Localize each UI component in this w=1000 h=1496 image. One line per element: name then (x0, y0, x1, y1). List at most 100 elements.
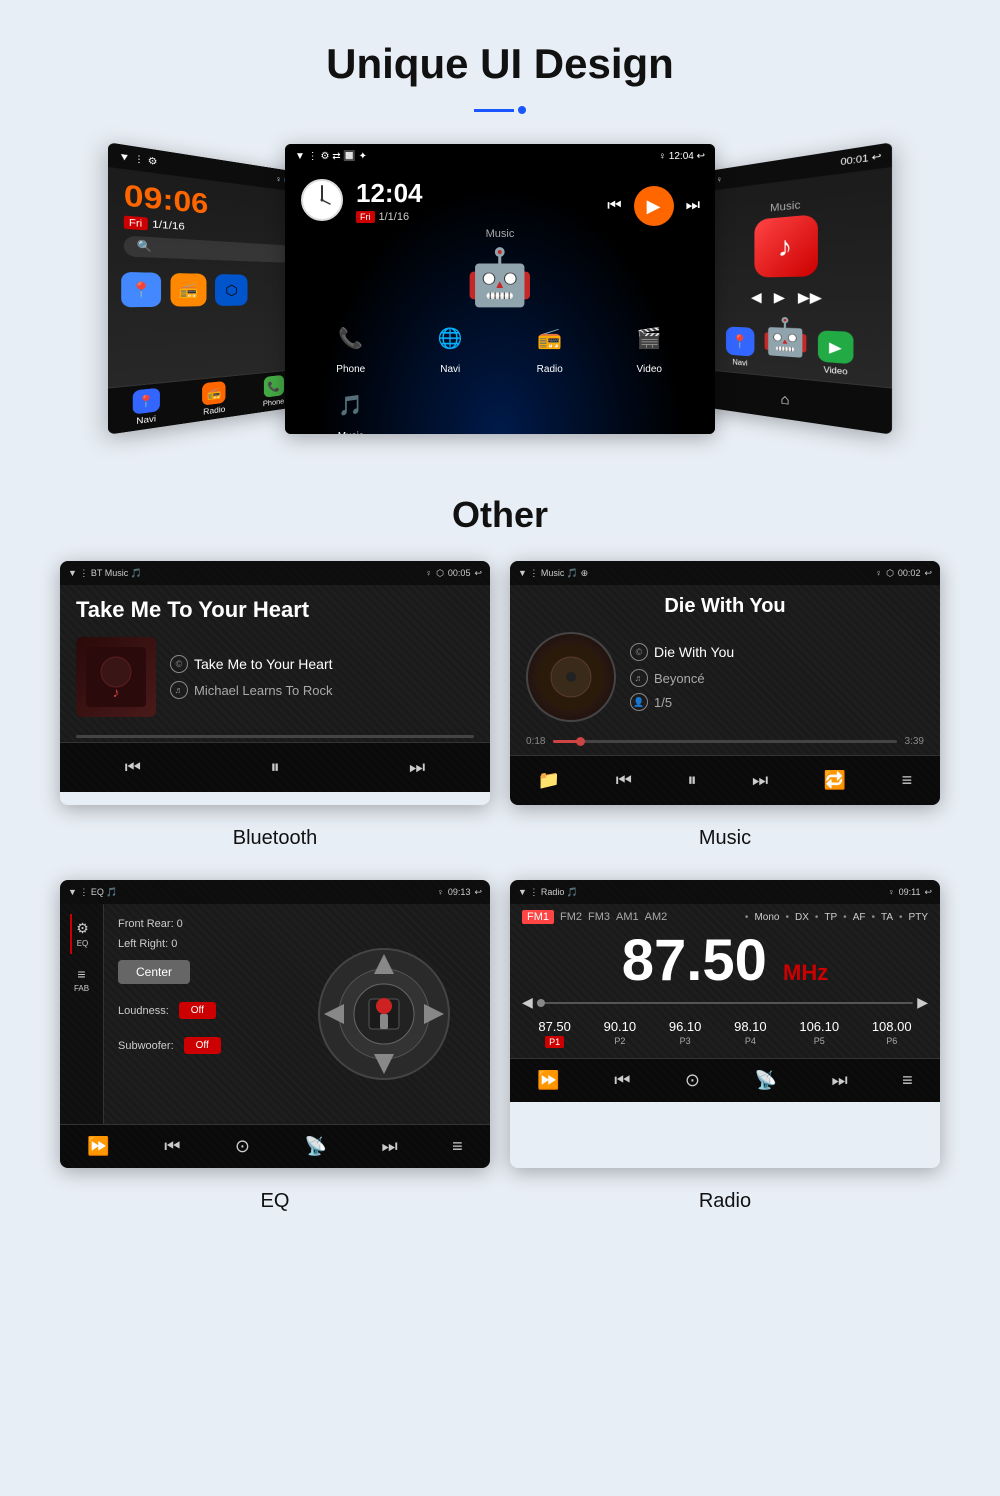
opt-dx[interactable]: DX (795, 912, 809, 923)
bottom-app-radio[interactable]: 📻 Radio (203, 381, 226, 417)
music-next-btn[interactable]: ⏭ (752, 770, 768, 791)
eq-player-screen: ▼ ⋮ EQ 🎵 ♀ 09:13 ↩ ⚙ EQ ≡ FAB (60, 880, 490, 1168)
bt-title: Take Me To Your Heart (60, 585, 490, 629)
eq-ctrl3[interactable]: ⊙ (235, 1136, 250, 1157)
center-play-btn[interactable]: ▶ (634, 186, 674, 226)
radio-ctrl2[interactable]: ⏮ (614, 1070, 630, 1091)
radio-seek-right[interactable]: ▶ (917, 994, 928, 1011)
bt-progress-bar[interactable] (76, 735, 474, 738)
center-app-radio[interactable]: 📻 Radio (504, 316, 596, 375)
center-apps-grid: 📞 Phone 🌐 Navi 📻 Radio 🎬 Video 🎵 (285, 310, 715, 434)
section1-header: Unique UI Design (0, 0, 1000, 98)
track-icon: © (170, 655, 188, 673)
center-app-navi[interactable]: 🌐 Navi (405, 316, 497, 375)
preset-4[interactable]: 98.10 P4 (734, 1019, 767, 1048)
tab-fm1[interactable]: FM1 (522, 910, 554, 924)
tab-am1[interactable]: AM1 (616, 911, 639, 923)
app-icon-radio-small[interactable]: 📻 (171, 273, 207, 307)
radio-ctrl4[interactable]: 📡 (755, 1070, 777, 1091)
radio-seek-left[interactable]: ◀ (522, 994, 533, 1011)
tab-fm3[interactable]: FM3 (588, 911, 610, 923)
radio-ctrl3[interactable]: ⊙ (685, 1070, 700, 1091)
eq-sidebar-fab[interactable]: ≡ FAB (70, 960, 93, 999)
radio-app-icon: 📻 (528, 316, 572, 360)
app-icon-navi-small[interactable]: 📍 (121, 272, 161, 308)
preset-6[interactable]: 108.00 P6 (872, 1019, 912, 1048)
tab-fm2[interactable]: FM2 (560, 911, 582, 923)
subwoofer-toggle[interactable]: Off (184, 1037, 221, 1054)
bt-back-icon: ↩ (474, 568, 482, 579)
radio-ctrl6[interactable]: ≡ (902, 1070, 913, 1091)
center-nav: ▼ ⋮ ⚙ ⇄ 🔲 ✦ (295, 151, 367, 162)
music-folder-btn[interactable]: 📁 (538, 770, 560, 791)
preset-2[interactable]: 90.10 P2 (604, 1019, 637, 1048)
right-app-video[interactable]: ▶ Video (818, 330, 854, 377)
progress-knob (576, 737, 585, 746)
android-home-left: ▼ ⋮ ⚙ ♀ 🔵 09:06 Fri 1/1/16 🔍 📍 📻 ⬡ 📍 Nav… (108, 142, 301, 434)
bt-next-btn[interactable]: ⏭ (409, 757, 425, 778)
dot3: • (815, 912, 819, 923)
eq-wheel-area (292, 918, 476, 1110)
bt-statusbar: ▼ ⋮ BT Music 🎵 ♀ ⬡ 00:05 ↩ (60, 561, 490, 585)
opt-af[interactable]: AF (853, 912, 866, 923)
radio-ctrl5[interactable]: ⏭ (831, 1070, 847, 1091)
eq-ctrl6[interactable]: ≡ (452, 1136, 463, 1157)
preset-freq-4: 98.10 (734, 1019, 767, 1034)
divider-dot (518, 106, 526, 114)
title-divider (0, 106, 1000, 114)
eq-ctrl2[interactable]: ⏮ (164, 1136, 180, 1157)
eq-center-btn-area: Center (118, 960, 282, 984)
eq-ctrl5[interactable]: ⏭ (381, 1136, 397, 1157)
bt-pause-btn[interactable]: ⏸ (271, 757, 280, 778)
preset-freq-6: 108.00 (872, 1019, 912, 1034)
opt-ta[interactable]: TA (881, 912, 893, 923)
app-icon-bt-small[interactable]: ⬡ (215, 274, 248, 306)
center-app-phone[interactable]: 📞 Phone (305, 316, 397, 375)
bottom-app-phone[interactable]: 📞 Phone (263, 375, 284, 408)
music-repeat-btn[interactable]: 🔁 (824, 770, 846, 791)
fab-label: FAB (74, 984, 89, 993)
music-statusbar: ▼ ⋮ Music 🎵 ⊕ ♀ ⬡ 00:02 ↩ (510, 561, 940, 585)
navi-icon: 📍 (133, 388, 160, 415)
opt-pty[interactable]: PTY (909, 912, 928, 923)
eq-ctrl4[interactable]: 📡 (305, 1136, 327, 1157)
bt-prev-btn[interactable]: ⏮ (125, 757, 141, 778)
radio-bar-container[interactable] (537, 1002, 913, 1004)
eq-wheel-svg[interactable] (314, 944, 454, 1084)
screens-showcase: ▼ ⋮ ⚙ ♀ 🔵 09:06 Fri 1/1/16 🔍 📍 📻 ⬡ 📍 Nav… (0, 134, 1000, 464)
center-app-music[interactable]: 🎵 Music (305, 383, 397, 434)
right-app-navi[interactable]: 📍 Navi (726, 327, 754, 369)
navi-app-label: Navi (440, 364, 460, 375)
left-nav-icons: ▼ ⋮ ⚙ (119, 150, 158, 168)
bt-status-left: ▼ ⋮ BT Music 🎵 (68, 568, 142, 579)
loudness-label: Loudness: (118, 1005, 169, 1017)
bottom-app-navi[interactable]: 📍 Navi (133, 388, 160, 427)
eq-radio-captions: EQ Radio (0, 1178, 1000, 1243)
preset-5[interactable]: 106.10 P5 (799, 1019, 839, 1048)
eq-sidebar-eq[interactable]: ⚙ EQ (70, 914, 93, 954)
eq-ctrl1[interactable]: ⏩ (87, 1136, 109, 1157)
opt-mono[interactable]: Mono (754, 912, 779, 923)
music-list-btn[interactable]: ≡ (902, 770, 913, 791)
music-prev-btn[interactable]: ⏮ (616, 770, 632, 791)
radio-seek-knob (537, 999, 545, 1007)
radio-ctrl1[interactable]: ⏩ (537, 1070, 559, 1091)
music-title: Die With You (510, 585, 940, 624)
music-pause-btn[interactable]: ⏸ (687, 770, 696, 791)
center-screen: ▼ ⋮ ⚙ ⇄ 🔲 ✦ ♀ 12:04 ↩ 12:04 Fri (285, 144, 715, 434)
radio-seek-row: ◀ ▶ (510, 994, 940, 1019)
center-app-video[interactable]: 🎬 Video (604, 316, 696, 375)
music-progress-bar[interactable] (553, 740, 896, 743)
navi-label: Navi (136, 414, 156, 426)
page-title: Unique UI Design (0, 40, 1000, 88)
center-clock-svg (300, 178, 344, 222)
radio-options: •Mono •DX •TP •AF •TA •PTY (745, 912, 928, 923)
preset-1[interactable]: 87.50 P1 (538, 1019, 571, 1048)
loudness-toggle[interactable]: Off (179, 1002, 216, 1019)
tab-am2[interactable]: AM2 (645, 911, 668, 923)
left-search[interactable]: 🔍 (124, 235, 290, 262)
opt-tp[interactable]: TP (824, 912, 837, 923)
preset-3[interactable]: 96.10 P3 (669, 1019, 702, 1048)
center-button[interactable]: Center (118, 960, 190, 984)
dot1: • (745, 912, 749, 923)
